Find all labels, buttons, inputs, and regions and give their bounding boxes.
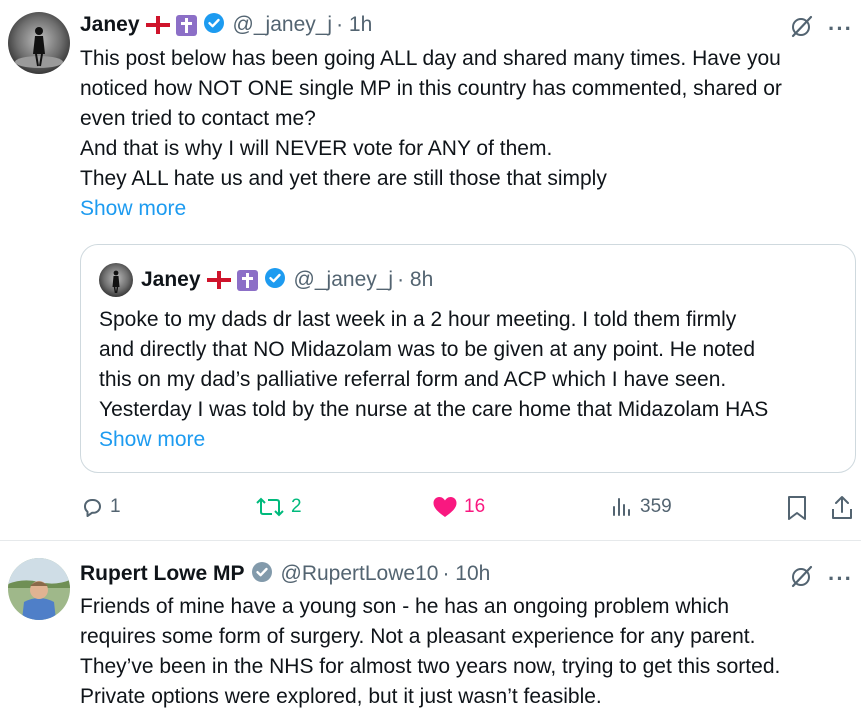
verified-badge-icon[interactable]	[264, 267, 286, 294]
quoted-text-line: Spoke to my dads dr last week in a 2 hou…	[99, 308, 737, 331]
quoted-post-time[interactable]: · 8h	[397, 268, 433, 292]
repost-button[interactable]: 2	[255, 495, 302, 519]
tweet-text-line: noticed how NOT ONE single MP in this co…	[80, 77, 782, 100]
reply-icon	[84, 499, 101, 517]
more-options-icon[interactable]: ···	[828, 567, 853, 590]
tweet-header: Rupert Lowe MP @RupertLowe10 · 10h	[80, 559, 490, 589]
bookmark-button[interactable]	[786, 495, 808, 521]
quoted-avatar[interactable]	[99, 263, 133, 297]
tweet-text-line: even tried to contact me?	[80, 107, 316, 130]
quoted-header: Janey @_janey_j · 8h	[141, 265, 433, 295]
like-count: 16	[464, 496, 486, 517]
quoted-show-more-link[interactable]: Show more	[99, 425, 205, 455]
view-count: 359	[640, 496, 672, 517]
author-name[interactable]: Rupert Lowe MP	[80, 562, 245, 586]
quoted-text-line: this on my dad’s palliative referral for…	[99, 368, 727, 391]
avatar[interactable]	[8, 12, 70, 74]
action-bar: 1 2 16 359	[0, 494, 861, 524]
views-button[interactable]: 359	[610, 495, 672, 519]
author-name[interactable]: Janey	[80, 13, 140, 37]
author-handle[interactable]: @_janey_j	[233, 13, 333, 37]
quoted-tweet[interactable]: Janey @_janey_j · 8h Spoke to my dads dr…	[80, 244, 856, 473]
quoted-text: Spoke to my dads dr last week in a 2 hou…	[99, 305, 768, 425]
grok-icon[interactable]	[790, 14, 814, 43]
tweet-text-line: requires some form of surgery. Not a ple…	[80, 625, 756, 648]
tweet-text-line: Private options were explored, but it ju…	[80, 685, 602, 708]
cross-icon	[236, 269, 258, 291]
quoted-text-line: and directly that NO Midazolam was to be…	[99, 338, 756, 361]
like-button[interactable]: 16	[432, 495, 485, 519]
heart-icon	[433, 497, 457, 517]
bookmark-icon	[788, 496, 806, 520]
verified-gray-badge-icon[interactable]	[251, 561, 273, 588]
quoted-author-handle[interactable]: @_janey_j	[294, 268, 394, 292]
post-time[interactable]: · 1h	[336, 13, 372, 37]
top-actions: ···	[790, 564, 853, 593]
views-icon	[613, 498, 630, 516]
reply-count: 1	[110, 496, 121, 517]
tweet-text-line: This post below has been going ALL day a…	[80, 47, 781, 70]
tweet-text: This post below has been going ALL day a…	[80, 44, 782, 194]
tweet-text-line: Friends of mine have a young son - he ha…	[80, 595, 730, 618]
avatar[interactable]	[8, 558, 70, 620]
tweet-header: Janey @_janey_j · 1h	[80, 10, 372, 40]
quoted-author-name[interactable]: Janey	[141, 268, 201, 292]
share-icon	[832, 496, 852, 519]
share-button[interactable]	[830, 495, 854, 521]
post-time[interactable]: · 10h	[442, 562, 490, 586]
tweet-text-line: And that is why I will NEVER vote for AN…	[80, 137, 553, 160]
tweet-janey[interactable]: Janey @_janey_j · 1h ··· This post below…	[0, 0, 861, 541]
tweet-text-line: They ALL hate us and yet there are still…	[80, 167, 607, 190]
repost-count: 2	[291, 496, 302, 517]
england-flag-icon	[206, 271, 231, 289]
reply-button[interactable]: 1	[80, 495, 121, 519]
author-handle[interactable]: @RupertLowe10	[281, 562, 439, 586]
england-flag-icon	[145, 16, 170, 34]
top-actions: ···	[790, 14, 853, 43]
verified-badge-icon[interactable]	[203, 12, 225, 39]
more-options-icon[interactable]: ···	[828, 17, 853, 40]
tweet-text: Friends of mine have a young son - he ha…	[80, 592, 780, 712]
grok-icon[interactable]	[790, 564, 814, 593]
quoted-text-line: Yesterday I was told by the nurse at the…	[99, 398, 769, 421]
repost-icon	[256, 497, 284, 517]
show-more-link[interactable]: Show more	[80, 194, 186, 224]
tweet-text-line: They’ve been in the NHS for almost two y…	[80, 655, 781, 678]
cross-icon	[175, 14, 197, 36]
tweet-rupert-lowe[interactable]: Rupert Lowe MP @RupertLowe10 · 10h ··· F…	[0, 542, 861, 718]
